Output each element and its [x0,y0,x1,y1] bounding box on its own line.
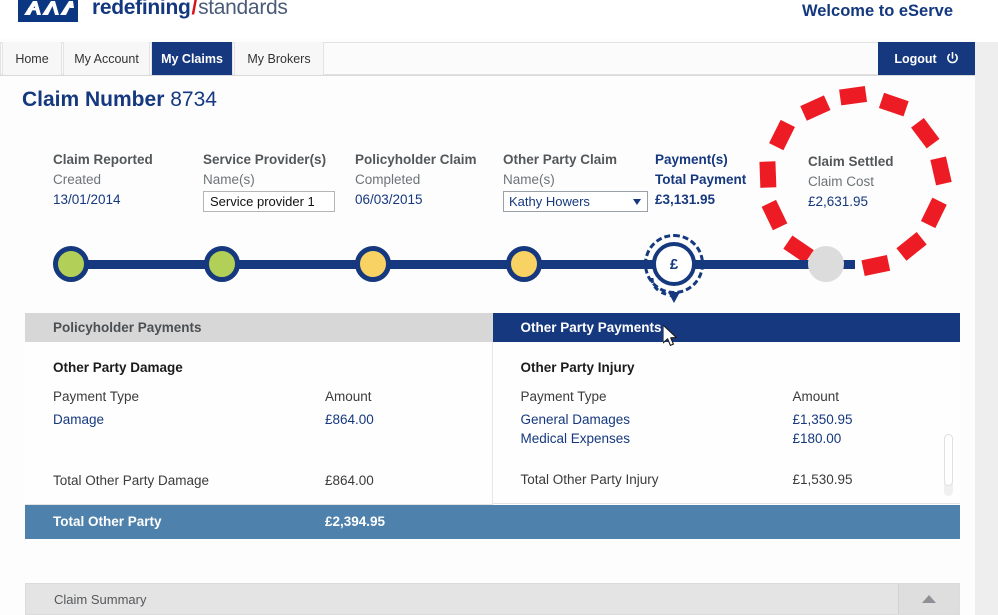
grand-total-amount: £2,394.95 [325,514,385,529]
site-header: redefining/standards Welcome to eServe [0,0,975,38]
milestone-claim-reported: Claim Reported Created 13/01/2014 [53,150,153,210]
right-spacer [493,446,961,462]
tab-home[interactable]: Home [2,42,62,75]
milestone-subtitle: Completed [355,170,477,190]
milestone-payments: Payment(s) Total Payment £3,131.95 [655,150,746,210]
table-row[interactable]: General Damages £1,350.95 [493,404,961,427]
claim-number-value: 8734 [170,88,217,111]
payment-type-link[interactable]: General Damages [521,412,793,427]
milestone-value: 06/03/2015 [355,190,477,210]
right-total-amount: £1,530.95 [793,472,853,487]
brand-tagline: redefining/standards [92,0,288,20]
milestone-other-party-claim: Other Party Claim Name(s) Kathy Howers [503,150,648,212]
milestone-value: 13/01/2014 [53,190,153,210]
left-section-title: Other Party Damage [25,342,492,375]
column-header-payment-type: Payment Type [521,389,793,404]
table-row[interactable]: Damage £864.00 [25,404,492,427]
timeline-node-other-party-claim[interactable] [506,246,542,282]
claim-summary-toggle[interactable] [898,584,959,614]
table-row[interactable]: Medical Expenses £180.00 [493,427,961,446]
milestone-value: £2,631.95 [808,192,894,212]
payment-amount: £1,350.95 [793,412,853,427]
scrollbar-thumb[interactable] [944,434,953,486]
logout-label: Logout [894,52,936,66]
milestone-subtitle: Claim Cost [808,172,894,192]
logout-button[interactable]: Logout [878,42,975,75]
welcome-message: Welcome to eServe [802,2,953,21]
chevron-up-icon [922,595,936,603]
other-party-name-select[interactable]: Kathy Howers [503,191,648,212]
other-party-name-value: Kathy Howers [509,194,590,209]
milestone-title: Policyholder Claim [355,150,477,170]
milestone-title: Payment(s) [655,150,746,170]
left-total-amount: £864.00 [325,473,374,488]
milestone-title: Claim Reported [53,150,153,170]
grand-total-label: Total Other Party [53,514,325,529]
column-header-amount: Amount [325,389,372,404]
power-icon [946,52,959,65]
page-title: Claim Number 8734 [22,88,217,112]
timeline-node-policyholder-claim[interactable] [355,246,391,282]
payment-amount: £180.00 [793,431,842,446]
chevron-down-icon [633,199,641,205]
milestone-policyholder-claim: Policyholder Claim Completed 06/03/2015 [355,150,477,210]
milestone-claim-settled: Claim Settled Claim Cost £2,631.95 [808,152,894,212]
tagline-bold: redefining [92,0,191,19]
left-spacer [25,427,492,463]
tab-my-claims[interactable]: My Claims [151,42,233,75]
payment-down-arrow-icon [648,276,700,304]
milestone-title: Other Party Claim [503,150,648,170]
payments-section: Policyholder Payments Other Party Paymen… [25,313,960,539]
claim-summary-label: Claim Summary [26,584,898,614]
payment-type-link[interactable]: Damage [53,412,325,427]
right-table-header: Payment Type Amount [493,375,961,404]
page-gutter [975,0,998,615]
timeline-track [60,260,855,269]
tab-policyholder-payments[interactable]: Policyholder Payments [25,313,493,342]
milestone-subtitle: Total Payment [655,170,746,190]
eserve-claim-page: redefining/standards Welcome to eServe H… [0,0,998,615]
claim-number-label: Claim Number [22,88,164,111]
tab-my-brokers[interactable]: My Brokers [234,42,324,75]
panel-scrollbar[interactable] [944,434,953,496]
right-total-row: Total Other Party Injury £1,530.95 [493,462,961,504]
milestone-service-providers: Service Provider(s) Name(s) Service prov… [203,150,335,212]
tab-other-party-payments[interactable]: Other Party Payments [493,313,961,342]
tagline-slash: / [191,0,199,19]
timeline-node-service-providers[interactable] [204,246,240,282]
left-total-label: Total Other Party Damage [53,473,325,488]
left-total-row: Total Other Party Damage £864.00 [25,463,492,505]
service-provider-field[interactable]: Service provider 1 [203,191,335,212]
timeline-node-claim-settled[interactable] [808,246,844,282]
milestone-subtitle: Created [53,170,153,190]
payments-columns: Other Party Damage Payment Type Amount D… [25,342,960,505]
claim-summary-section[interactable]: Claim Summary [25,583,960,615]
milestone-subtitle: Name(s) [503,170,648,190]
pound-icon: £ [670,256,678,273]
left-table-header: Payment Type Amount [25,375,492,404]
policyholder-payments-panel: Other Party Damage Payment Type Amount D… [25,342,493,505]
payment-amount: £864.00 [325,412,374,427]
timeline-node-claim-reported[interactable] [53,246,89,282]
tagline-light: standards [198,0,288,19]
other-party-payments-panel: Other Party Injury Payment Type Amount G… [493,342,961,505]
milestone-title: Claim Settled [808,152,894,172]
milestone-value: £3,131.95 [655,190,746,210]
main-navigation: Home My Account My Claims My Brokers Log… [0,42,975,76]
grand-total-row: Total Other Party £2,394.95 [25,505,960,539]
milestone-title: Service Provider(s) [203,150,335,170]
column-header-amount: Amount [793,389,840,404]
payment-type-link[interactable]: Medical Expenses [521,431,793,446]
tab-my-account[interactable]: My Account [63,42,150,75]
page-gutter-header [975,0,998,42]
claim-progress-timeline: £ [0,232,998,298]
column-header-payment-type: Payment Type [53,389,325,404]
right-total-label: Total Other Party Injury [521,472,793,487]
right-section-title: Other Party Injury [493,342,961,375]
milestone-subtitle: Name(s) [203,170,335,190]
axa-logo-icon [18,0,78,22]
